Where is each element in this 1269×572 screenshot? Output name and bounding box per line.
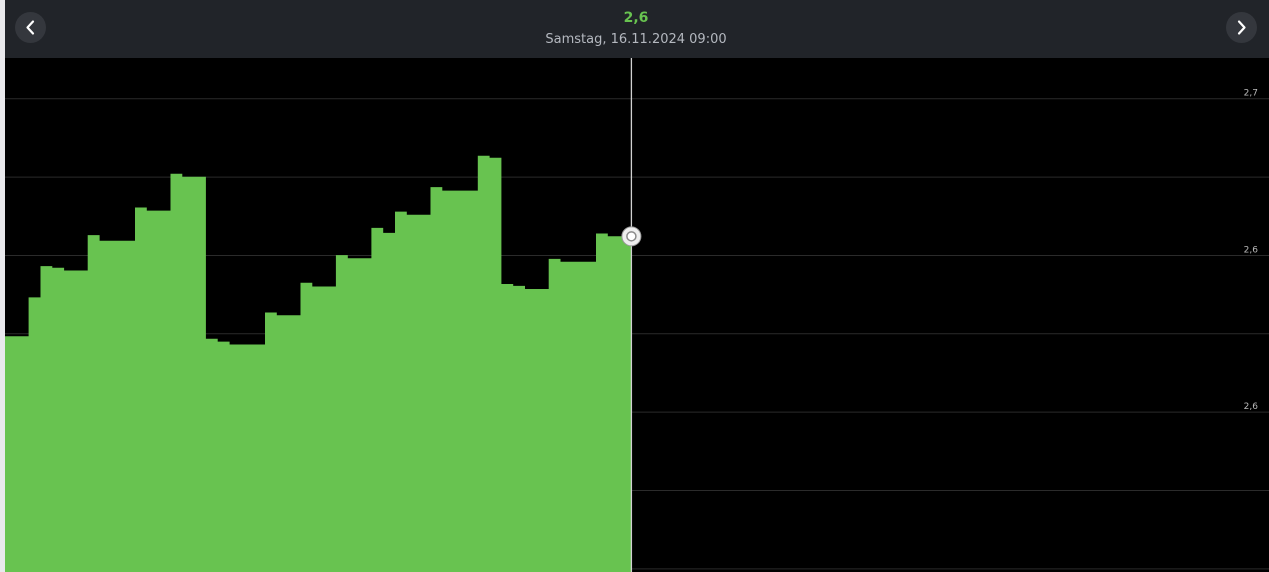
selected-value: 2,6: [623, 10, 649, 26]
next-button[interactable]: [1226, 12, 1257, 43]
y-tick-label: 2,6: [1244, 245, 1259, 255]
selected-timestamp: Samstag, 16.11.2024 09:00: [545, 32, 727, 47]
chevron-right-icon: [1237, 20, 1246, 35]
y-tick-label: 2,6: [1244, 402, 1259, 412]
chart-panel: 2,6 Samstag, 16.11.2024 09:00 2,7 2,6 2,6: [0, 0, 1269, 572]
area-chart[interactable]: 2,7 2,6 2,6: [5, 58, 1269, 572]
area-series: [5, 155, 632, 572]
cursor-marker-inner: [626, 231, 637, 242]
y-tick-label: 2,7: [1244, 89, 1258, 99]
chart-header: 2,6 Samstag, 16.11.2024 09:00: [5, 0, 1269, 58]
